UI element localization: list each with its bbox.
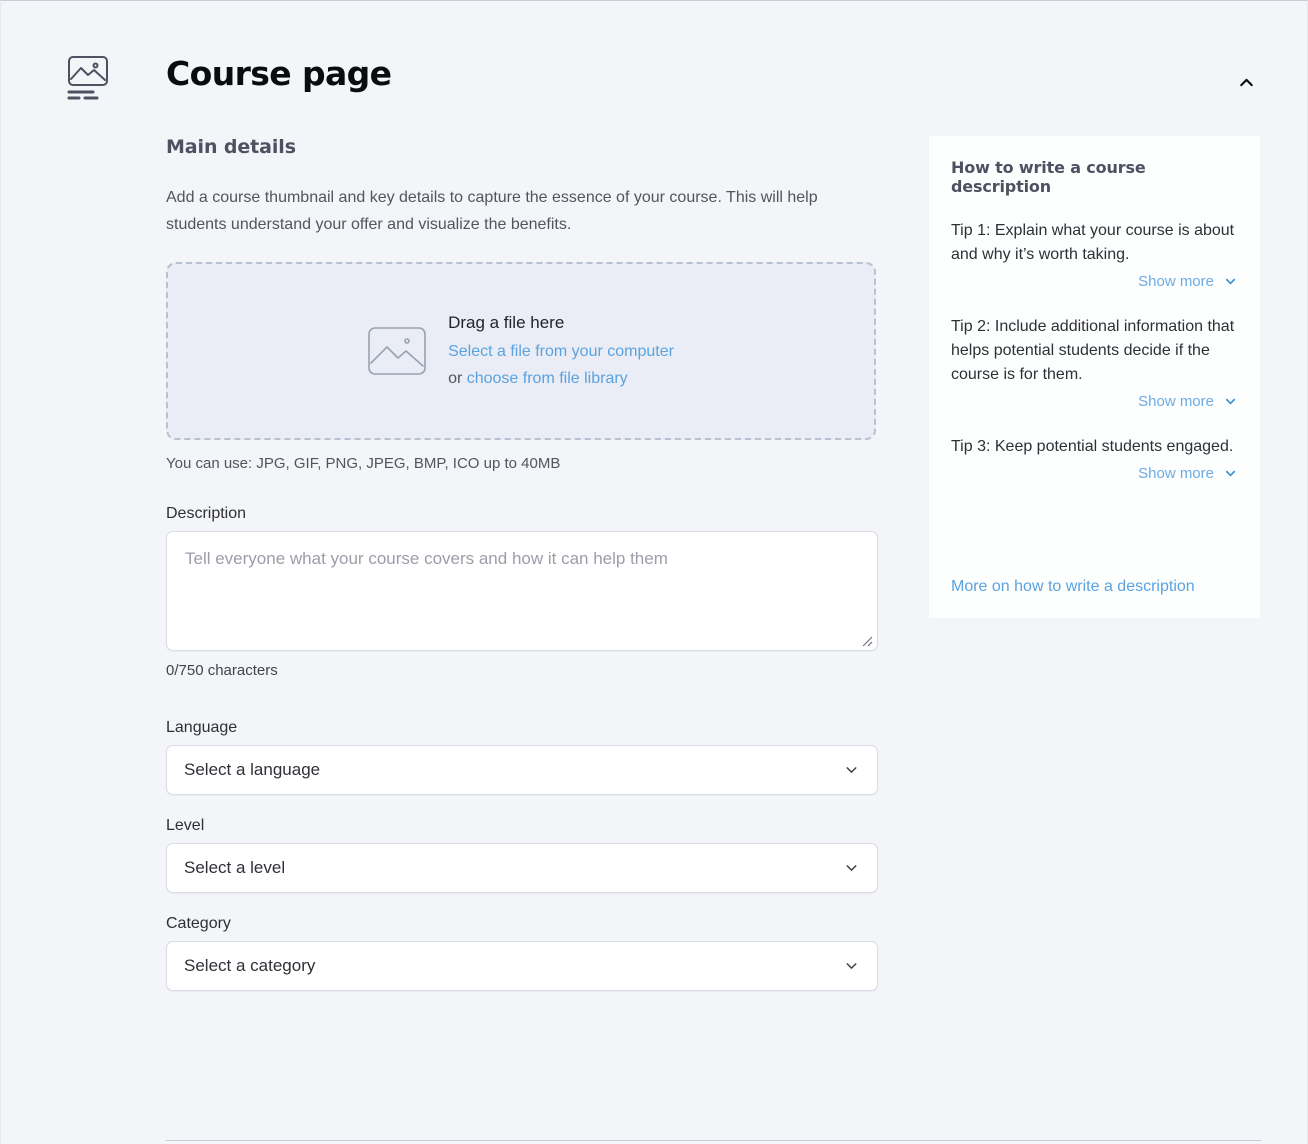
section-description: Add a course thumbnail and key details t… — [166, 189, 818, 233]
level-select[interactable]: Select a level — [166, 843, 878, 893]
dropzone-text: Drag a file here Select a file from your… — [448, 311, 674, 392]
tip-text: Tip 2: Include additional information th… — [951, 318, 1235, 383]
panel-header: Course page — [1, 45, 1308, 117]
page-title: Course page — [166, 54, 392, 93]
tip-show-more-label: Show more — [1138, 393, 1214, 410]
dropzone-select-file-line: Select a file from your computer — [448, 338, 674, 365]
section-title: Main details — [166, 136, 296, 158]
description-block: Description 0/750 characters — [166, 505, 878, 679]
chevron-down-icon — [1223, 466, 1238, 481]
character-counter: 0/750 characters — [166, 662, 278, 679]
chevron-down-icon — [843, 762, 860, 779]
bottom-divider — [166, 1140, 1261, 1141]
tip-item: Tip 2: Include additional information th… — [951, 315, 1238, 387]
tips-title: How to write a course description — [951, 158, 1146, 196]
course-page-panel: Course page Main details Add a course th… — [0, 0, 1308, 1144]
chevron-down-icon — [1223, 394, 1238, 409]
tip-show-more-label: Show more — [1138, 273, 1214, 290]
collapse-section-button[interactable] — [1229, 67, 1263, 101]
tip-show-more-button[interactable]: Show more — [951, 273, 1238, 290]
category-label: Category — [166, 915, 231, 932]
choose-from-library-link[interactable]: choose from file library — [467, 370, 628, 387]
description-input[interactable] — [167, 532, 877, 650]
level-label: Level — [166, 817, 205, 834]
tip-show-more-label: Show more — [1138, 465, 1214, 482]
language-select[interactable]: Select a language — [166, 745, 878, 795]
tip-show-more-button[interactable]: Show more — [951, 465, 1238, 482]
dropzone-title: Drag a file here — [448, 312, 565, 332]
language-select-value: Select a language — [184, 760, 321, 779]
chevron-down-icon — [843, 958, 860, 975]
level-select-value: Select a level — [184, 858, 286, 877]
tip-item: Tip 3: Keep potential students engaged. — [951, 435, 1238, 459]
description-label: Description — [166, 505, 247, 522]
tip-text: Tip 1: Explain what your course is about… — [951, 222, 1235, 263]
language-label: Language — [166, 719, 238, 736]
tip-show-more-button[interactable]: Show more — [951, 393, 1238, 410]
description-textarea-wrapper — [166, 531, 878, 651]
category-select[interactable]: Select a category — [166, 941, 878, 991]
level-field-group: Level Select a level — [166, 817, 878, 893]
category-select-value: Select a category — [184, 956, 316, 975]
dropzone-library-line: or choose from file library — [448, 365, 674, 392]
image-with-lines-icon — [67, 55, 109, 101]
file-dropzone[interactable]: Drag a file here Select a file from your… — [166, 262, 876, 440]
or-prefix: or — [448, 369, 467, 387]
tip-text: Tip 3: Keep potential students engaged. — [951, 438, 1234, 455]
chevron-up-icon — [1236, 72, 1257, 96]
file-format-hint: You can use: JPG, GIF, PNG, JPEG, BMP, I… — [166, 455, 561, 472]
image-placeholder-icon — [368, 327, 426, 375]
chevron-down-icon — [1223, 274, 1238, 289]
tip-item: Tip 1: Explain what your course is about… — [951, 219, 1238, 267]
language-field-group: Language Select a language — [166, 719, 878, 795]
more-on-how-to-write-link[interactable]: More on how to write a description — [951, 578, 1195, 596]
tips-card: How to write a course description Tip 1:… — [929, 136, 1260, 618]
main-details-section: Main details Add a course thumbnail and … — [166, 136, 878, 991]
chevron-down-icon — [843, 860, 860, 877]
category-field-group: Category Select a category — [166, 915, 878, 991]
select-file-link[interactable]: Select a file from your computer — [448, 343, 674, 360]
